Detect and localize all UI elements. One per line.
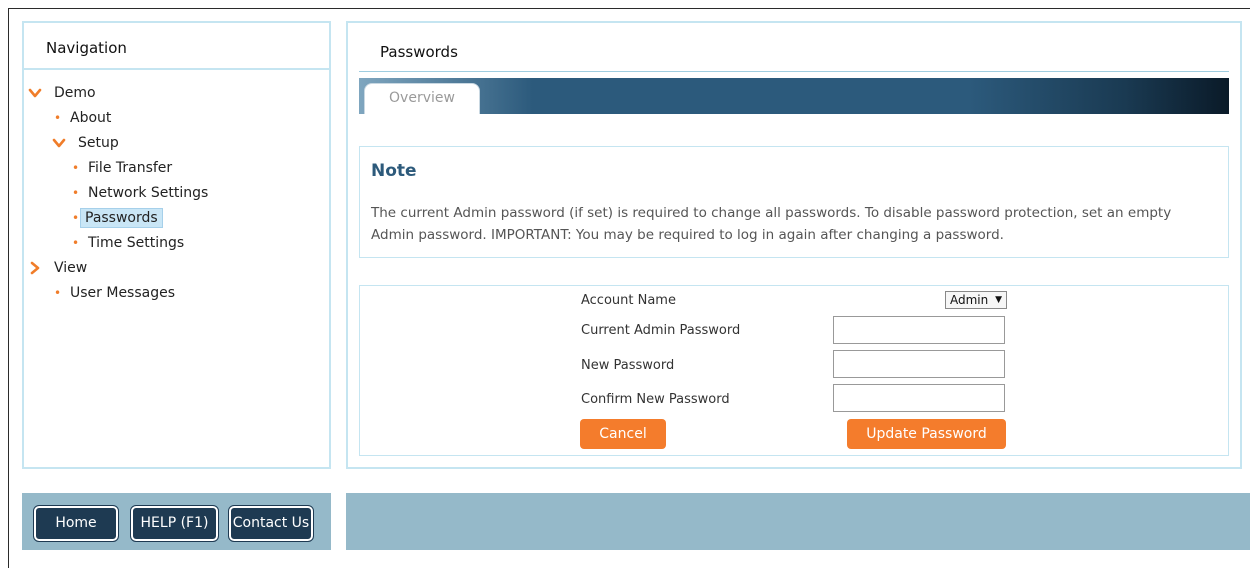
help-button[interactable]: HELP (F1) [130,505,219,542]
tree-item-label: File Transfer [88,160,173,176]
navigation-title: Navigation [46,39,127,57]
note-text: The current Admin password (if set) is r… [371,205,1172,243]
tree-item-view[interactable]: View [28,258,91,278]
contact-us-button[interactable]: Contact Us [228,505,314,542]
new-password-input[interactable] [833,350,1005,378]
new-password-label: New Password [581,358,675,373]
bullet-icon: • [72,236,80,250]
confirm-password-input[interactable] [833,384,1005,412]
chevron-down-icon[interactable] [52,136,66,150]
chevron-down-icon[interactable] [28,86,42,100]
tree-item-network-settings[interactable]: • Network Settings [72,183,212,203]
account-name-value: Admin [950,293,989,307]
bullet-icon: • [72,161,80,175]
tree-item-time-settings[interactable]: • Time Settings [72,233,188,253]
tab-bar: Overview [359,78,1229,114]
account-name-select[interactable]: Admin ▼ [945,291,1007,309]
account-name-label: Account Name [581,293,676,308]
tab-overview[interactable]: Overview [364,83,480,114]
current-password-label: Current Admin Password [581,323,741,338]
tree-item-file-transfer[interactable]: • File Transfer [72,158,176,178]
footer-nav: Home HELP (F1) Contact Us [22,493,331,550]
tree-item-label: Demo [54,85,96,101]
divider [359,71,1229,72]
update-password-button[interactable]: Update Password [847,419,1006,449]
tree-item-label: Network Settings [88,185,209,201]
cancel-button[interactable]: Cancel [580,419,666,449]
bullet-icon: • [54,111,62,125]
tree-item-user-messages[interactable]: • User Messages [54,283,179,303]
bullet-icon: • [72,211,80,225]
tree-item-label: About [70,110,112,126]
confirm-password-label: Confirm New Password [581,392,730,407]
tree-item-label: View [54,260,88,276]
current-password-input[interactable] [833,316,1005,344]
tree-item-demo[interactable]: Demo [28,83,100,103]
tree-item-label: Time Settings [88,235,185,251]
chevron-right-icon[interactable] [28,261,42,275]
page-title: Passwords [380,43,458,61]
tree-item-setup[interactable]: Setup [52,133,123,153]
tree-item-about[interactable]: • About [54,108,115,128]
main-panel: Passwords Overview Note The current Admi… [346,21,1242,469]
note-title: Note [371,161,417,181]
tree-item-label: Passwords [80,208,163,228]
dropdown-arrow-icon: ▼ [995,295,1002,305]
bullet-icon: • [54,286,62,300]
tree-item-label: Setup [78,135,119,151]
password-form: Account Name Admin ▼ Current Admin Passw… [359,285,1229,456]
footer-bar [346,493,1250,550]
divider [24,68,329,70]
tree-item-passwords[interactable]: • Passwords [72,208,163,228]
home-button[interactable]: Home [33,505,119,542]
bullet-icon: • [72,186,80,200]
tree-item-label: User Messages [70,285,176,301]
note-box: Note The current Admin password (if set)… [359,146,1229,258]
navigation-panel: Navigation Demo • About Setup • File Tra… [22,21,331,469]
